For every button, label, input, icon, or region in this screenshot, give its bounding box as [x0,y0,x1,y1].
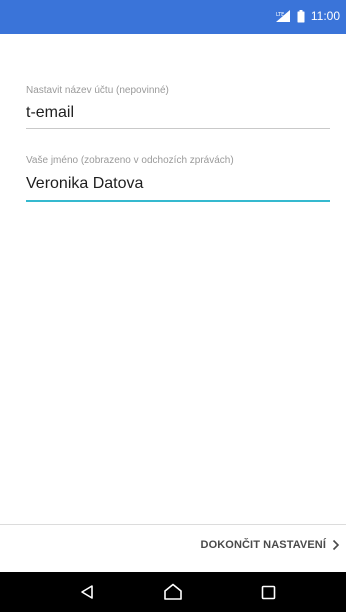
account-name-label: Nastavit název účtu (nepovinné) [26,85,169,96]
account-name-input[interactable]: t-email [26,103,74,123]
back-icon [81,585,93,599]
account-setup-form: Nastavit název účtu (nepovinné) t-email … [0,34,346,524]
your-name-underline [26,200,330,202]
status-indicators: LTE 11:00 [275,9,340,23]
finish-setup-button[interactable]: DOKONČIT NASTAVENÍ [201,539,340,551]
network-type-label: LTE [276,12,284,18]
home-icon [164,583,182,600]
recents-icon [261,585,275,599]
finish-setup-label: DOKONČIT NASTAVENÍ [200,539,326,551]
navigation-bar [0,572,346,612]
your-name-label: Vaše jméno (zobrazeno v odchozích zprává… [26,155,234,166]
signal-icon: LTE [275,10,290,22]
status-bar: LTE 11:00 [0,0,346,34]
footer-divider [0,524,346,525]
your-name-input[interactable]: Veronika Datova [26,174,143,194]
chevron-right-icon [332,539,340,551]
status-time: 11:00 [310,9,340,23]
back-button[interactable] [75,580,99,604]
battery-icon [297,9,305,22]
recents-button[interactable] [256,580,280,604]
account-name-underline [26,128,330,129]
home-button[interactable] [161,580,185,604]
